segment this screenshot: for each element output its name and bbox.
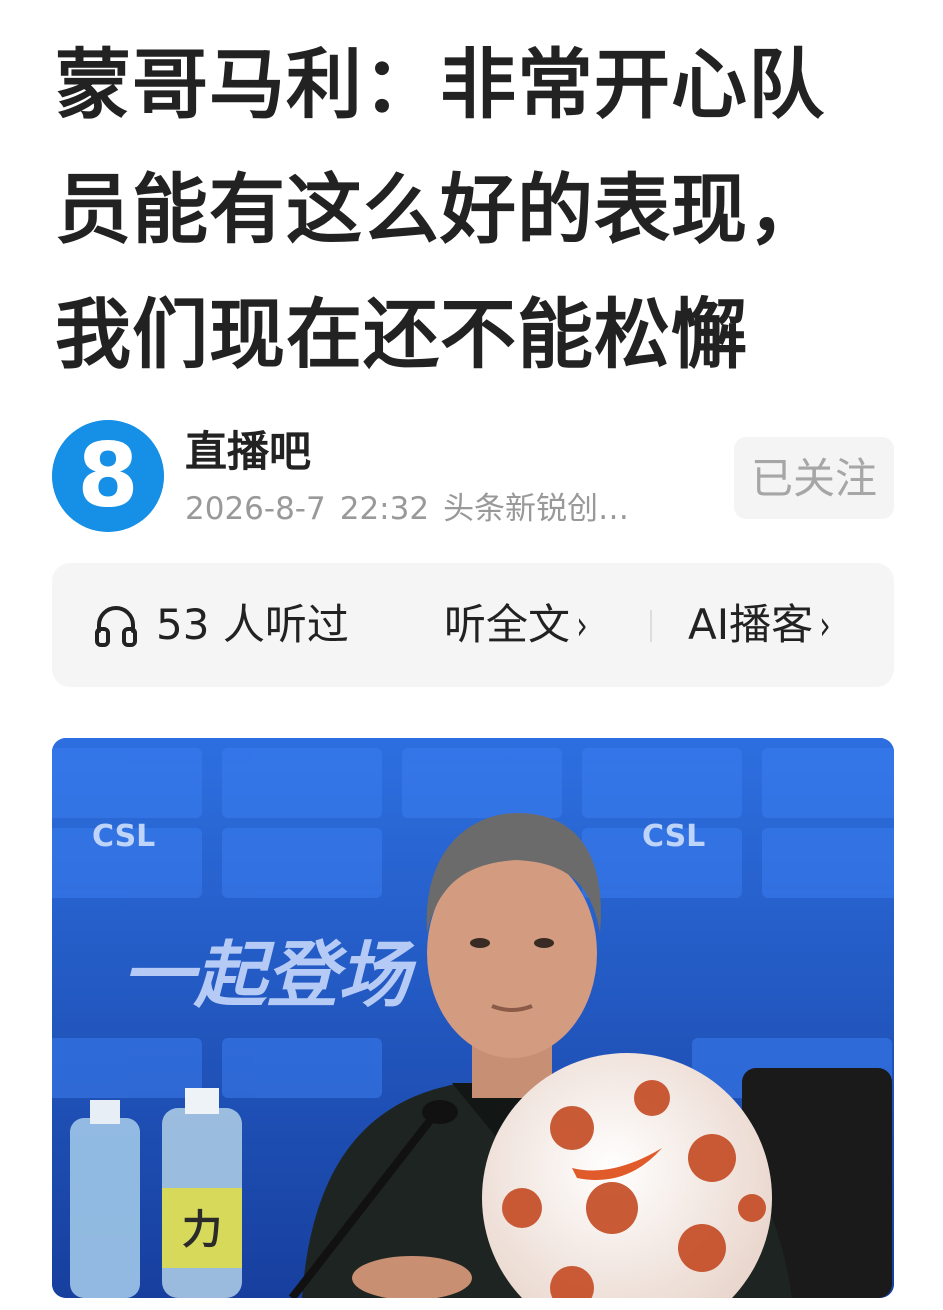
publish-time: 22:32 — [339, 491, 430, 527]
author-name[interactable]: 直播吧 — [185, 424, 311, 480]
author-tag: 头条新锐创… — [443, 491, 630, 527]
article-title: 蒙哥马利：非常开心队 员能有这么好的表现， 我们现在还不能松懈 — [55, 22, 895, 397]
press-conference-image: CSL CSL 一起登场 力 — [52, 738, 894, 1298]
author-meta: 2026-8-7 22:32 头条新锐创… — [185, 488, 643, 530]
title-line-1: 蒙哥马利：非常开心队 — [55, 40, 825, 129]
title-line-3: 我们现在还不能松懈 — [55, 290, 748, 379]
ai-podcast-label: AI播客 — [688, 600, 814, 649]
backdrop-slogan: 一起登场 — [122, 932, 417, 1017]
article-photo[interactable]: CSL CSL 一起登场 力 — [52, 738, 894, 1298]
chevron-right-icon: › — [576, 603, 588, 649]
avatar-logo-icon: 8 — [52, 420, 164, 532]
avatar-glyph: 8 — [77, 424, 138, 527]
publish-date: 2026-8-7 — [185, 491, 326, 527]
chevron-right-icon: › — [819, 603, 831, 649]
divider — [650, 610, 652, 642]
backdrop-logo: CSL — [642, 819, 705, 854]
backdrop-logo: CSL — [92, 819, 155, 854]
follow-button[interactable]: 已关注 — [734, 437, 894, 519]
bottle-label: 力 — [182, 1207, 222, 1253]
listeners-label: 人听过 — [222, 600, 349, 649]
author-row: 8 直播吧 2026-8-7 22:32 头条新锐创… 已关注 — [52, 420, 894, 535]
audio-bar: 53 人听过 听全文 › AI播客 › — [52, 563, 894, 687]
avatar[interactable]: 8 — [52, 420, 164, 532]
title-line-2: 员能有这么好的表现， — [55, 165, 825, 254]
listen-full-button[interactable]: 听全文 › — [444, 563, 590, 688]
listeners-number: 53 — [156, 600, 210, 649]
ai-podcast-button[interactable]: AI播客 › — [688, 563, 833, 688]
listen-full-label: 听全文 — [444, 600, 571, 649]
listeners-count: 53 人听过 — [156, 563, 349, 687]
headphone-icon — [95, 606, 137, 647]
